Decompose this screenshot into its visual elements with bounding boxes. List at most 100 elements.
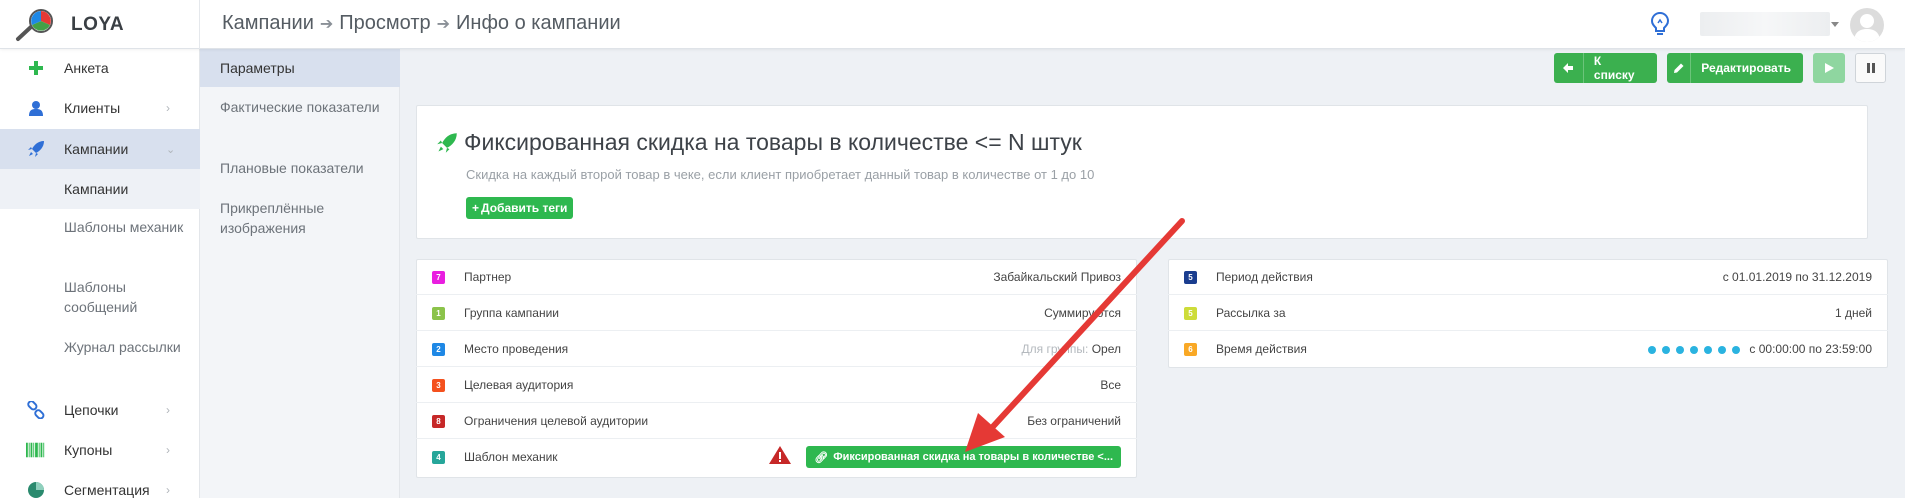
param-value: Забайкальский Привоз — [993, 269, 1121, 284]
param-number-badge: 5 — [1184, 307, 1197, 320]
weekday-dots — [1648, 345, 1741, 354]
param-label: Период действия — [1216, 269, 1313, 284]
logo-icon — [16, 9, 53, 41]
sidebar-item-segmentation[interactable]: Сегментация › — [0, 470, 200, 498]
weekday-dot-icon — [1704, 345, 1713, 354]
breadcrumb: Кампании ➔ Просмотр ➔ Инфо о кампании — [222, 12, 621, 35]
weekday-dot-icon — [1690, 345, 1699, 354]
lightbulb-icon[interactable] — [1650, 11, 1670, 37]
pie-icon — [26, 480, 46, 498]
param-row-validity-period: 5 Период действия с 01.01.2019 по 31.12.… — [1168, 259, 1888, 295]
param-value: 1 дней — [1834, 305, 1872, 320]
weekday-dot-icon — [1732, 345, 1741, 354]
link-icon: 🔗︎ — [814, 451, 829, 464]
param-label: Целевая аудитория — [464, 377, 574, 392]
back-to-list-label: К списку — [1593, 54, 1635, 82]
param-value-wrapper: с 00:00:00 по 23:59:00 — [1648, 342, 1872, 356]
param-label: Рассылка за — [1216, 305, 1286, 320]
back-to-list-button[interactable]: К списку — [1554, 53, 1657, 83]
subnav-actual-metrics[interactable]: Фактические показатели — [200, 97, 400, 141]
weekday-dot-icon — [1662, 345, 1671, 354]
param-row-mailing-for: 5 Рассылка за 1 дней — [1168, 295, 1888, 331]
param-number-badge: 1 — [432, 307, 445, 320]
logo[interactable]: LOYA — [0, 0, 200, 49]
param-number-badge: 4 — [432, 451, 445, 464]
sidebar-item-campaigns[interactable]: Кампании ⌄ — [0, 129, 200, 169]
campaign-subnav: Параметры Фактические показатели Плановы… — [200, 49, 400, 498]
top-bar: LOYA Кампании ➔ Просмотр ➔ Инфо о кампан… — [0, 0, 1905, 49]
param-row-campaign-group: 1 Группа кампании Суммируются — [416, 295, 1137, 331]
barcode-icon — [26, 440, 46, 460]
sidebar-item-label: Кампании — [64, 141, 129, 157]
subnav-attached-images[interactable]: Прикреплённые изображения — [200, 198, 400, 242]
param-number-badge: 7 — [432, 271, 445, 284]
chevron-right-icon: › — [166, 483, 170, 497]
param-row-action-time: 6 Время действия с 00:00:00 по 23:59:00 — [1168, 331, 1888, 367]
sidebar-item-label: Клиенты — [64, 100, 121, 116]
param-number-badge: 8 — [432, 415, 445, 428]
sidebar-subitem-mechanic-templates[interactable]: Шаблоны механик — [0, 217, 200, 261]
rocket-icon — [437, 133, 457, 153]
user-icon — [26, 98, 46, 118]
campaign-description: Скидка на каждый второй товар в чеке, ес… — [466, 167, 1095, 182]
breadcrumb-arrow-icon: ➔ — [319, 15, 334, 33]
sidebar-item-clients[interactable]: Клиенты › — [0, 87, 200, 129]
param-value: с 00:00:00 по 23:59:00 — [1749, 342, 1872, 356]
arrow-left-icon — [1554, 53, 1584, 83]
avatar[interactable] — [1850, 8, 1884, 42]
sidebar-subitem-message-templates[interactable]: Шаблоны сообщений — [0, 277, 200, 321]
param-label: Партнер — [464, 269, 512, 284]
sidebar-item-label: Купоны — [64, 442, 113, 458]
warning-icon[interactable] — [768, 445, 792, 465]
param-value-prefix: Для группы: — [1021, 341, 1089, 356]
param-row-target-audience: 3 Целевая аудитория Все — [416, 367, 1137, 403]
sidebar-item-label: Анкета — [64, 60, 109, 76]
chevron-down-icon: ⌄ — [166, 143, 176, 156]
breadcrumb-campaign-info: Инфо о кампании — [456, 12, 621, 34]
chevron-right-icon: › — [166, 101, 170, 115]
add-tags-button[interactable]: + Добавить теги — [466, 197, 574, 219]
breadcrumb-arrow-icon: ➔ — [436, 15, 451, 33]
param-row-audience-limits: 8 Ограничения целевой аудитории Без огра… — [416, 403, 1137, 439]
mechanic-template-label: Фиксированная скидка на товары в количес… — [833, 451, 1113, 463]
param-value-wrapper: Для группы: Орел — [1022, 342, 1121, 356]
param-row-partner: 7 Партнер Забайкальский Привоз — [416, 259, 1137, 295]
avatar-icon — [1854, 14, 1880, 42]
play-button[interactable] — [1813, 53, 1845, 83]
sidebar-item-questionnaire[interactable]: Анкета — [0, 49, 200, 87]
user-name-blurred[interactable] — [1700, 12, 1830, 36]
param-number-badge: 3 — [432, 379, 445, 392]
param-label: Место проведения — [464, 341, 569, 356]
sidebar-item-chains[interactable]: Цепочки › — [0, 390, 200, 430]
mechanic-template-button[interactable]: 🔗︎ Фиксированная скидка на товары в коли… — [806, 446, 1121, 468]
breadcrumb-view[interactable]: Просмотр — [339, 12, 430, 35]
play-icon — [1825, 63, 1834, 73]
sidebar: Анкета Клиенты › Кампании ⌄ Кампании Шаб… — [0, 49, 200, 498]
add-tags-label: Добавить теги — [481, 201, 568, 215]
rocket-icon — [26, 139, 46, 159]
param-label: Шаблон механик — [464, 450, 558, 464]
param-value: Орел — [1091, 341, 1121, 356]
subnav-planned-metrics[interactable]: Плановые показатели — [200, 158, 400, 180]
subnav-parameters[interactable]: Параметры — [200, 49, 400, 87]
plus-icon: + — [472, 201, 480, 215]
breadcrumb-campaigns[interactable]: Кампании — [222, 12, 314, 35]
sidebar-subitem-campaigns[interactable]: Кампании — [0, 169, 200, 209]
param-row-location: 2 Место проведения Для группы: Орел — [416, 331, 1137, 367]
sidebar-subitem-mailing-log[interactable]: Журнал рассылки — [0, 337, 200, 381]
plus-icon — [26, 58, 46, 78]
pause-button[interactable] — [1855, 53, 1886, 83]
user-menu-caret-icon[interactable] — [1831, 22, 1839, 27]
param-label: Время действия — [1216, 342, 1307, 356]
pause-icon — [1866, 63, 1875, 73]
param-value: с 01.01.2019 по 31.12.2019 — [1722, 269, 1872, 284]
param-value: Суммируются — [1044, 305, 1121, 320]
edit-button[interactable]: Редактировать — [1667, 53, 1803, 83]
chain-icon — [26, 400, 46, 420]
sidebar-item-coupons[interactable]: Купоны › — [0, 430, 200, 470]
param-label: Ограничения целевой аудитории — [464, 413, 649, 428]
chevron-right-icon: › — [166, 443, 170, 457]
param-value: Все — [1100, 377, 1121, 392]
sidebar-item-label: Сегментация — [64, 482, 150, 498]
param-label: Группа кампании — [464, 305, 560, 320]
